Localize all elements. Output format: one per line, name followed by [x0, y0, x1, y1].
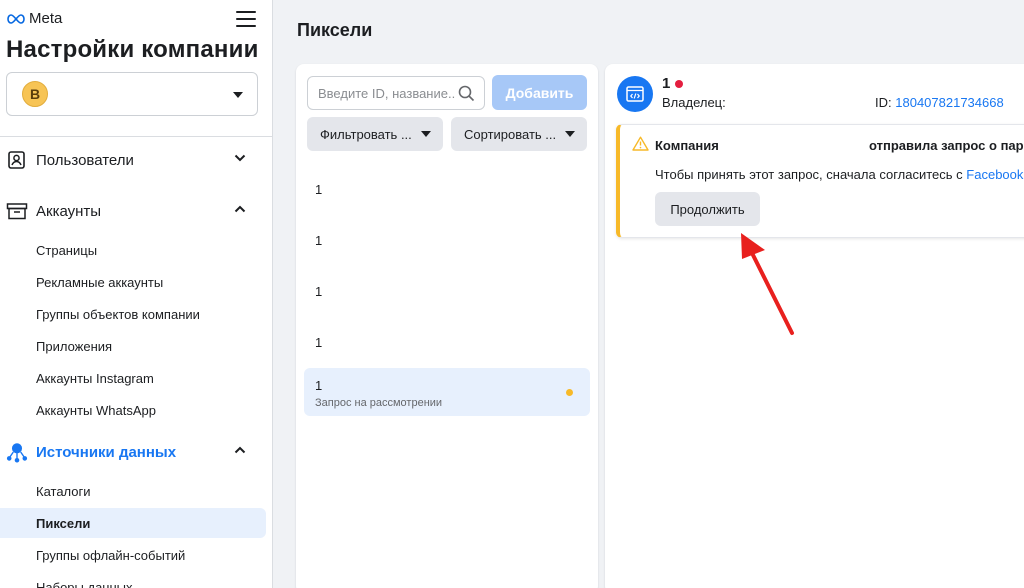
sidebar-item-datasets[interactable]: Наборы данных	[0, 572, 266, 588]
pixel-item-name: 1	[315, 378, 323, 393]
sidebar-section-label: Пользователи	[36, 151, 134, 169]
search-input[interactable]	[318, 85, 456, 101]
meta-brand-text: Meta	[29, 10, 63, 27]
sidebar-section-data-sources[interactable]: Источники данных	[6, 436, 266, 468]
chevron-down-icon	[233, 92, 243, 98]
pixel-name: 1	[662, 75, 684, 92]
pixel-item-status: Запрос на рассмотрении	[315, 397, 443, 409]
user-badge-icon	[6, 149, 28, 171]
pixel-item-name: 1	[315, 335, 323, 350]
sidebar-item-pages[interactable]: Страницы	[0, 235, 266, 265]
owner-label: Владелец:	[662, 95, 726, 110]
sort-dropdown[interactable]: Сортировать ...	[451, 117, 587, 151]
page-title: Пиксели	[297, 20, 373, 40]
pixel-id-label: ID:	[875, 95, 892, 110]
sort-label: Сортировать ...	[464, 126, 557, 142]
sidebar: Meta Настройки компании B Пользователи А…	[0, 0, 273, 588]
chevron-up-icon	[234, 205, 246, 213]
sidebar-section-label: Источники данных	[36, 443, 177, 461]
hamburger-menu-icon[interactable]	[236, 11, 256, 29]
status-red-dot	[675, 79, 684, 88]
pixel-name-text: 1	[662, 75, 671, 92]
sidebar-item-business-asset-groups[interactable]: Группы объектов компании	[0, 299, 266, 329]
sidebar-item-whatsapp-accounts[interactable]: Аккаунты WhatsApp	[0, 395, 266, 425]
pixel-item-name: 1	[315, 233, 323, 248]
sidebar-item-catalogs[interactable]: Каталоги	[0, 476, 266, 506]
pixel-code-icon	[617, 76, 653, 112]
filter-dropdown[interactable]: Фильтровать ...	[307, 117, 443, 151]
add-button[interactable]: Добавить	[492, 75, 587, 110]
alert-title-continued: отправила запрос о пар	[869, 138, 1024, 153]
company-avatar: B	[22, 81, 48, 107]
alert-title: Компания	[655, 138, 719, 153]
meta-logo[interactable]: Meta	[6, 10, 62, 27]
search-field[interactable]	[307, 76, 485, 110]
sidebar-section-users[interactable]: Пользователи	[6, 144, 266, 176]
pixel-item-name: 1	[315, 284, 323, 299]
search-icon	[458, 85, 475, 102]
caret-down-icon	[421, 131, 431, 137]
chevron-up-icon	[234, 446, 246, 454]
archive-box-icon	[6, 200, 28, 222]
company-selector[interactable]: B	[6, 72, 258, 116]
sidebar-section-label: Аккаунты	[36, 202, 102, 220]
pixel-list-item[interactable]: 1	[304, 274, 590, 322]
pixel-list-item-pending[interactable]: 1 Запрос на рассмотрении	[304, 368, 590, 416]
alert-body-text: Чтобы принять этот запрос, сначала согла…	[655, 167, 963, 182]
filter-label: Фильтровать ...	[320, 126, 412, 142]
sidebar-item-offline-event-sets[interactable]: Группы офлайн-событий	[0, 540, 266, 570]
data-sources-icon	[6, 441, 28, 463]
sidebar-item-ad-accounts[interactable]: Рекламные аккаунты	[0, 267, 266, 297]
sidebar-item-pixels[interactable]: Пиксели	[0, 508, 266, 538]
sidebar-section-accounts[interactable]: Аккаунты	[6, 195, 266, 227]
pixel-id: ID: 180407821734668	[875, 95, 1004, 110]
pixel-id-link[interactable]: 180407821734668	[895, 95, 1003, 110]
alert-body: Чтобы принять этот запрос, сначала согла…	[655, 167, 1023, 182]
caret-down-icon	[565, 131, 575, 137]
sidebar-item-apps[interactable]: Приложения	[0, 331, 266, 361]
pixel-detail-panel: 1 Владелец: ID: 180407821734668 Компания…	[605, 64, 1024, 588]
meta-infinity-icon	[7, 13, 25, 24]
pixel-item-name: 1	[315, 182, 323, 197]
pixel-list-item[interactable]: 1	[304, 223, 590, 271]
facebook-terms-link[interactable]: Facebook	[966, 167, 1023, 182]
continue-button[interactable]: Продолжить	[655, 192, 760, 226]
divider	[0, 136, 272, 137]
pixel-list-item[interactable]: 1	[304, 325, 590, 373]
pending-status-dot	[566, 389, 573, 396]
pixel-list-panel: Добавить Фильтровать ... Сортировать ...…	[296, 64, 598, 588]
pixel-list-item[interactable]: 1	[304, 172, 590, 220]
warning-icon	[632, 136, 649, 151]
sidebar-item-instagram-accounts[interactable]: Аккаунты Instagram	[0, 363, 266, 393]
request-alert: Компания отправила запрос о пар Чтобы пр…	[616, 124, 1024, 238]
company-settings-title: Настройки компании	[6, 36, 259, 63]
chevron-down-icon	[234, 154, 246, 162]
